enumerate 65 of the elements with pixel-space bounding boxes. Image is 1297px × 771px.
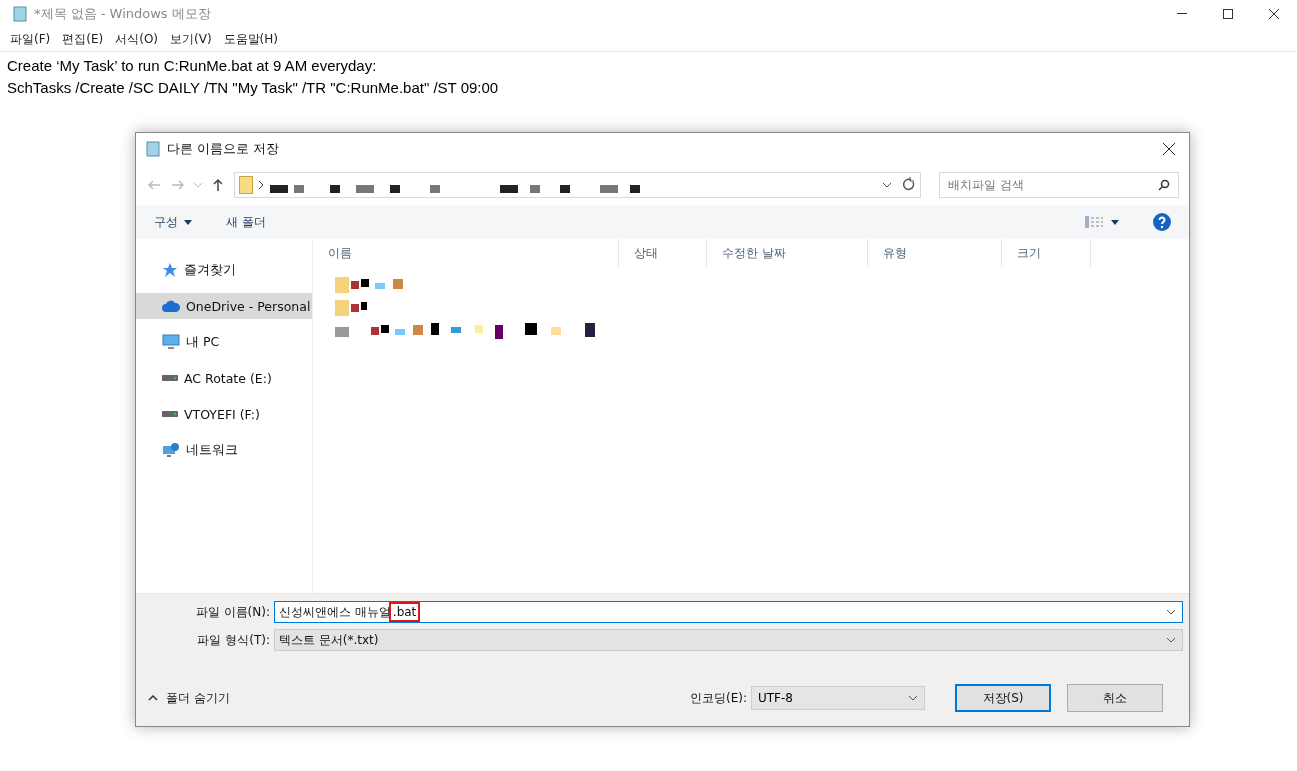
menu-item[interactable]: 서식(O) xyxy=(109,30,165,48)
chevron-down-icon xyxy=(882,182,892,188)
encoding-label: 인코딩(E): xyxy=(690,689,747,707)
filename-field[interactable]: 신성씨앤에스 매뉴얼 .bat xyxy=(274,601,1183,623)
sidebar-label: OneDrive - Personal xyxy=(186,298,311,314)
chevron-down-icon xyxy=(908,695,918,701)
address-bar[interactable] xyxy=(234,172,921,198)
sidebar-label: 내 PC xyxy=(186,333,220,351)
chevron-right-icon xyxy=(259,181,264,189)
column-header[interactable]: 상태 xyxy=(619,239,707,267)
sidebar-item[interactable]: 네트워크 xyxy=(136,437,312,463)
window-title: *제목 없음 - Windows 메모장 xyxy=(34,4,211,23)
column-header[interactable]: 이름 xyxy=(313,239,619,267)
monitor-icon xyxy=(162,334,180,350)
menu-item[interactable]: 보기(V) xyxy=(164,30,218,48)
chevron-up-icon xyxy=(148,695,158,701)
cloud-icon xyxy=(162,300,180,312)
notepad-icon xyxy=(12,5,28,22)
sidebar-item[interactable]: 내 PC xyxy=(136,329,312,355)
view-options-button[interactable] xyxy=(1085,215,1119,229)
caret-icon xyxy=(1111,219,1119,225)
drive-icon xyxy=(162,410,178,418)
close-icon[interactable] xyxy=(1269,8,1279,19)
drive-icon xyxy=(162,374,178,382)
encoding-select[interactable]: UTF-8 xyxy=(751,686,925,710)
filetype-label: 파일 형식(T): xyxy=(196,631,271,649)
notepad-icon xyxy=(145,141,161,157)
menu-item[interactable]: 파일(F) xyxy=(4,30,57,48)
sidebar-label: 즐겨찾기 xyxy=(184,261,236,279)
menu-item[interactable]: 편집(E) xyxy=(56,30,110,48)
chevron-down-icon xyxy=(1166,637,1176,643)
dialog-title: 다른 이름으로 저장 xyxy=(167,140,280,158)
maximize-icon[interactable] xyxy=(1223,8,1233,19)
text-line: SchTasks /Create /SC DAILY /TN "My Task" /TR "C:RunMe.bat" /ST 09:00 xyxy=(7,78,500,98)
caret-icon xyxy=(184,219,192,225)
text-line: Create ‘My Task’ to run C:RunMe.bat at 9 AM everyday: xyxy=(7,56,378,76)
close-icon[interactable] xyxy=(1163,143,1175,155)
chevron-down-icon xyxy=(1166,609,1176,615)
new-folder-button[interactable]: 새 폴더 xyxy=(226,213,266,231)
save-button[interactable]: 저장(S) xyxy=(955,684,1051,712)
blurred-folder-row-drawing xyxy=(335,299,367,316)
help-icon[interactable] xyxy=(1153,213,1171,231)
sidebar-label: 네트워크 xyxy=(186,441,238,459)
filename-text: 신성씨앤에스 매뉴얼 xyxy=(279,603,391,621)
sidebar-label: AC Rotate (E:) xyxy=(184,370,272,386)
hide-folders-button[interactable]: 폴더 숨기기 xyxy=(148,689,230,707)
sidebar-label: VTOYEFI (F:) xyxy=(184,406,260,422)
folder-icon xyxy=(239,176,253,194)
search-field[interactable]: 배치파일 검색 xyxy=(939,172,1179,198)
column-header[interactable]: 크기 xyxy=(1002,239,1091,267)
menu-item[interactable]: 도움말(H) xyxy=(217,30,284,48)
sidebar-item[interactable]: OneDrive - Personal xyxy=(136,293,312,319)
organize-button[interactable]: 구성 xyxy=(154,213,192,231)
cancel-button[interactable]: 취소 xyxy=(1067,684,1163,712)
column-header[interactable]: 수정한 날짜 xyxy=(707,239,868,267)
search-icon xyxy=(1158,179,1170,191)
filename-label: 파일 이름(N): xyxy=(194,603,271,621)
star-icon xyxy=(162,262,178,278)
filetype-select[interactable]: 텍스트 문서(*.txt) xyxy=(274,629,1183,651)
highlighted-text: .bat xyxy=(390,604,419,620)
sidebar-item[interactable]: AC Rotate (E:) xyxy=(136,365,312,391)
network-icon xyxy=(162,442,180,458)
sidebar-item[interactable]: VTOYEFI (F:) xyxy=(136,401,312,427)
sidebar-item[interactable]: 즐겨찾기 xyxy=(136,257,312,283)
column-header[interactable]: 유형 xyxy=(868,239,1002,267)
